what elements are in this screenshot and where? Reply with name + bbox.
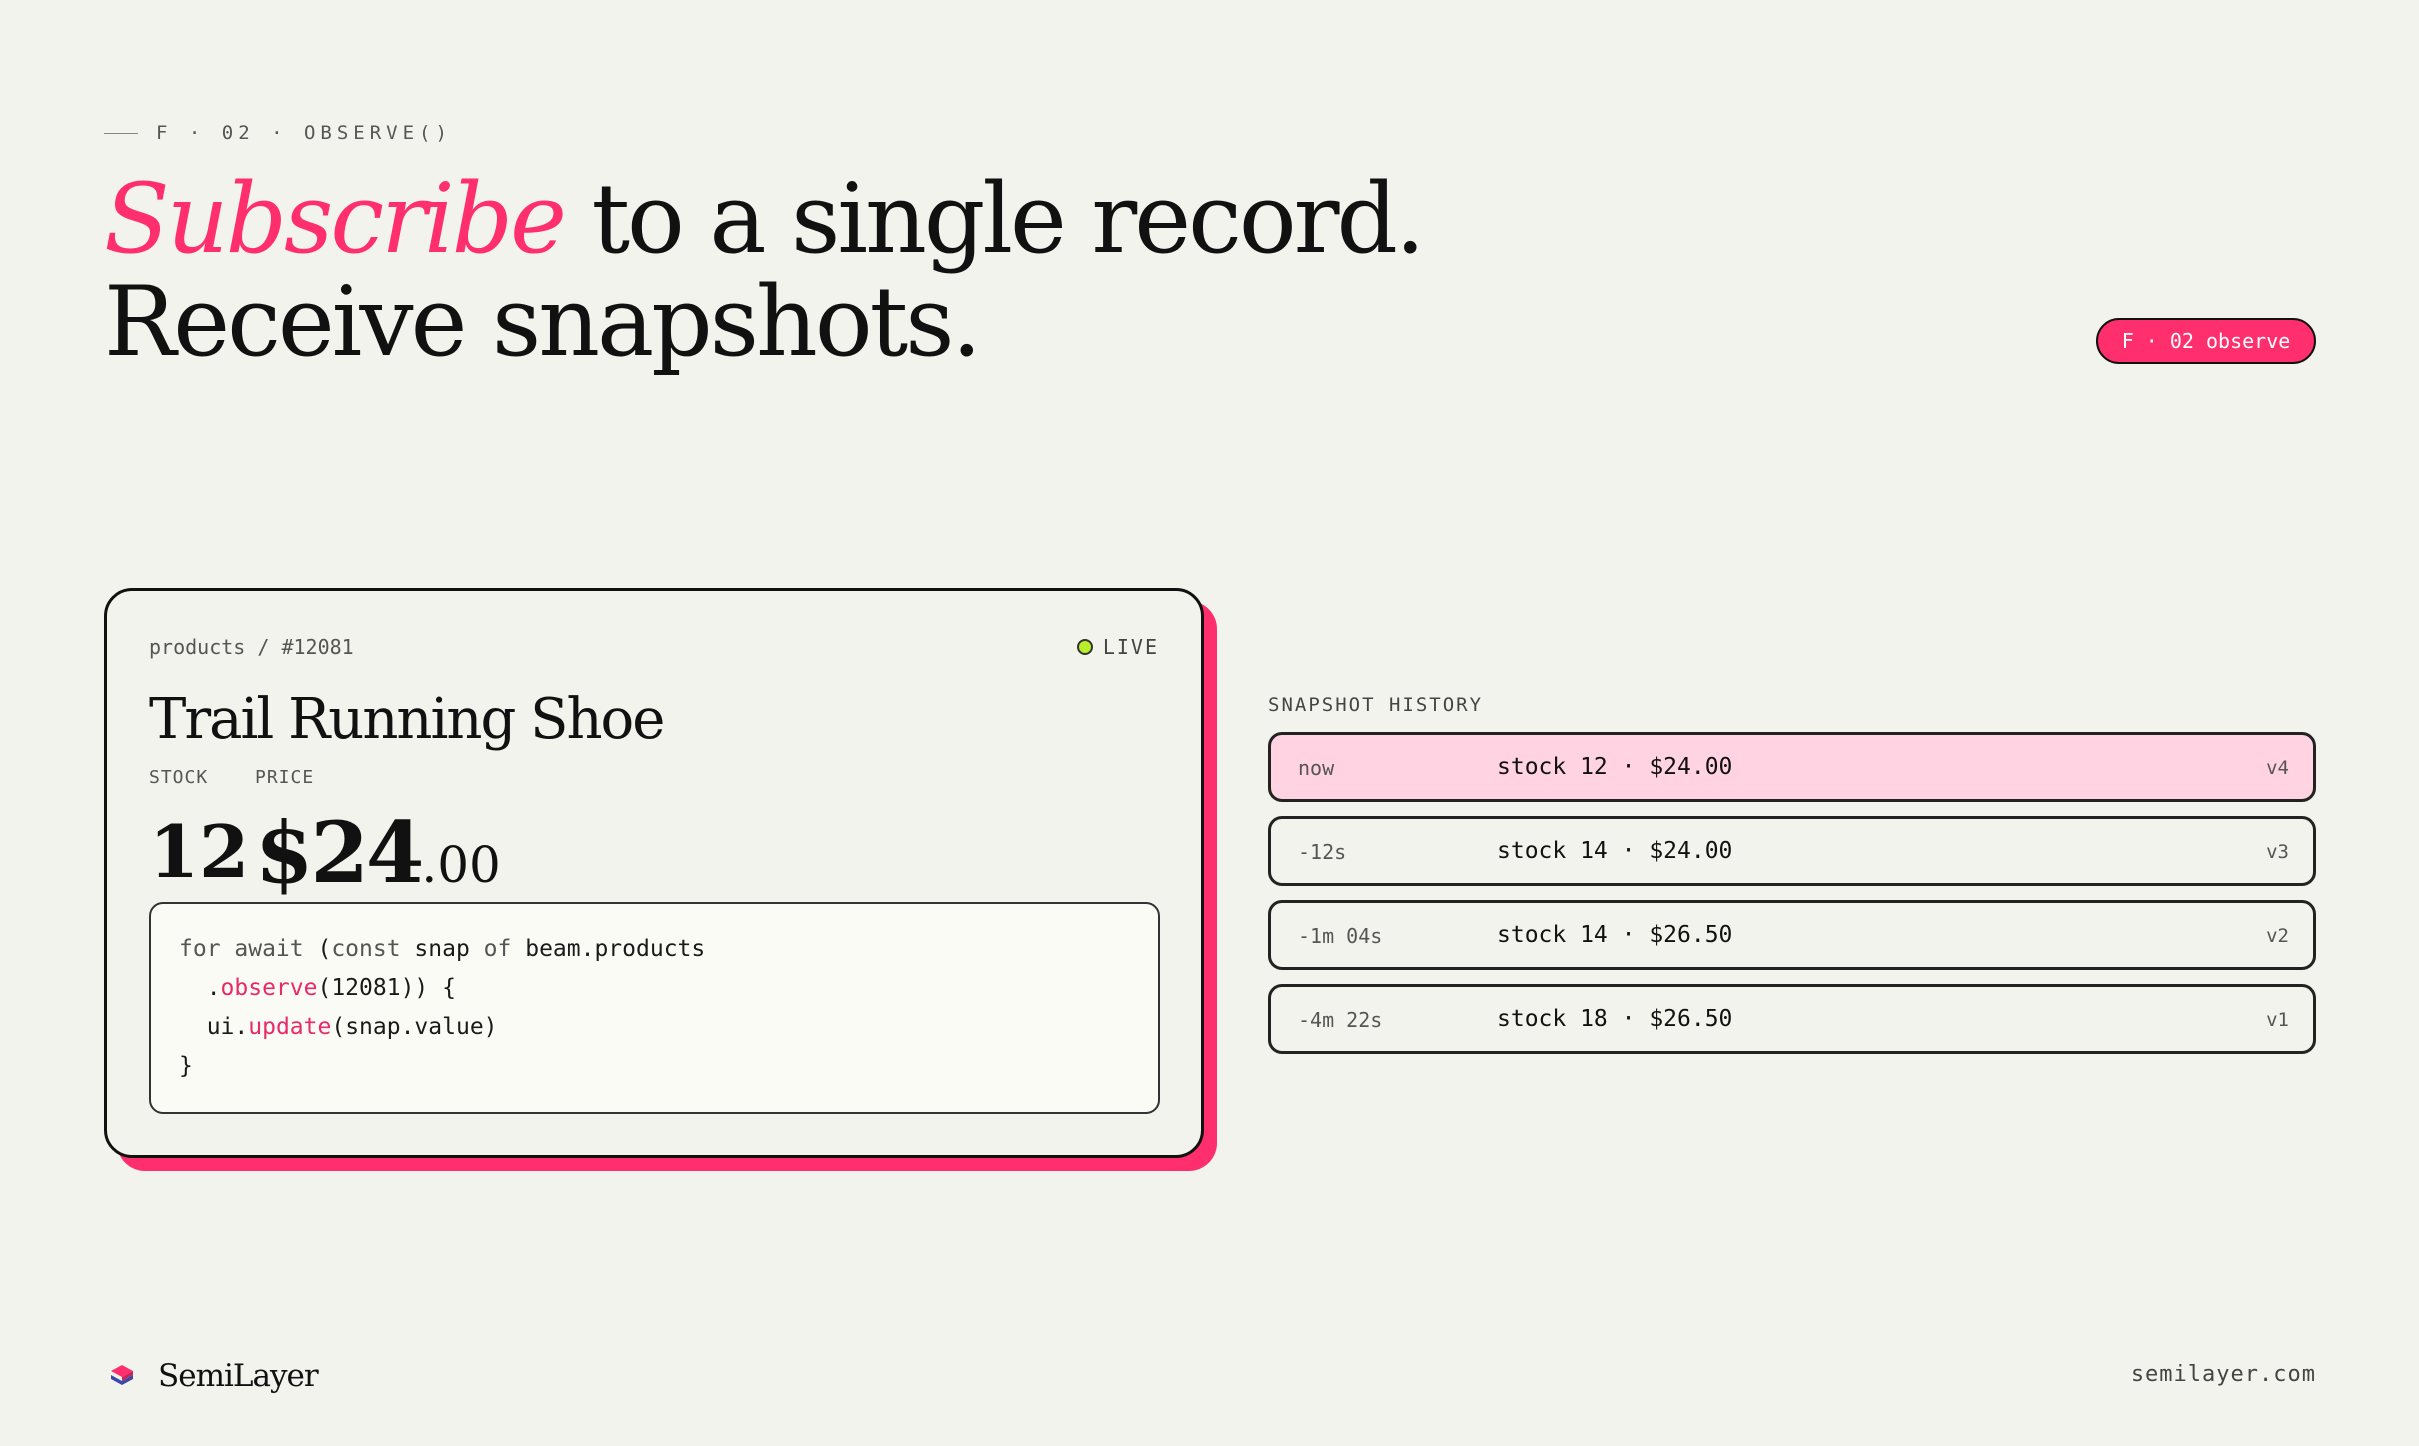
code-keyword: const: [331, 936, 401, 962]
snapshot-value: stock 12 · $24.00: [1497, 754, 1733, 780]
layers-logo-icon: [111, 1365, 133, 1385]
code-line-4: }: [179, 1053, 193, 1079]
stock-label: STOCK: [149, 767, 209, 788]
code-text: beam.products: [511, 936, 706, 962]
live-label: LIVE: [1102, 635, 1159, 659]
code-snippet: for await (const snap of beam.products .…: [149, 902, 1160, 1114]
code-function: observe: [220, 975, 318, 1001]
snapshot-value: stock 18 · $26.50: [1497, 1006, 1733, 1032]
headline-line-2: Receive snapshots.: [104, 266, 982, 378]
code-keyword: of: [483, 936, 512, 962]
code-line-1: for await (const snap of beam.products: [179, 930, 1130, 969]
snapshot-row-v1[interactable]: -4m 22s stock 18 · $26.50 v1: [1268, 984, 2316, 1054]
snapshot-row-v2[interactable]: -1m 04s stock 14 · $26.50 v2: [1268, 900, 2316, 970]
section-eyebrow: F · 02 · OBSERVE(): [104, 122, 452, 144]
code-keyword: for await: [179, 936, 304, 962]
code-text: (12081)) {: [317, 975, 456, 1001]
snapshot-version: v2: [2266, 925, 2289, 947]
snapshot-time: -1m 04s: [1298, 924, 1383, 948]
code-function: update: [248, 1014, 332, 1040]
snapshot-row-v3[interactable]: -12s stock 14 · $24.00 v3: [1268, 816, 2316, 886]
snapshot-version: v4: [2266, 757, 2289, 779]
status-dot-icon: [1076, 639, 1093, 655]
snapshot-value: stock 14 · $24.00: [1497, 838, 1733, 864]
code-text: snap: [400, 936, 484, 962]
snapshot-value: stock 14 · $26.50: [1497, 922, 1733, 948]
snapshot-time: now: [1298, 756, 1335, 780]
price-cents: .00: [421, 836, 501, 894]
price-label: PRICE: [255, 767, 315, 788]
code-text: (: [303, 936, 332, 962]
code-line-3: ui.update(snap.value): [179, 1008, 1130, 1047]
brand-name: SemiLayer: [158, 1358, 319, 1394]
price-integer: $24: [255, 803, 424, 902]
snapshot-history-label: SNAPSHOT HISTORY: [1268, 694, 1484, 716]
snapshot-time: -4m 22s: [1298, 1008, 1383, 1032]
headline-accent: Subscribe: [104, 163, 567, 275]
stock-value: 12: [149, 809, 250, 894]
headline-line-1: Subscribe to a single record.: [104, 168, 1425, 271]
code-text: .: [179, 975, 221, 1001]
code-text: ui.: [179, 1014, 249, 1040]
site-link[interactable]: semilayer.com: [2131, 1362, 2316, 1387]
feature-badge: F · 02 observe: [2096, 318, 2316, 364]
record-breadcrumb[interactable]: products / #12081: [149, 635, 354, 659]
live-indicator: LIVE: [1076, 635, 1159, 659]
brand-logo[interactable]: SemiLayer: [108, 1358, 319, 1394]
snapshot-time: -12s: [1298, 840, 1347, 864]
eyebrow-text: F · 02 · OBSERVE(): [156, 122, 452, 144]
record-title: Trail Running Shoe: [149, 687, 665, 752]
snapshot-version: v3: [2266, 841, 2289, 863]
headline-rest: to a single record.: [563, 163, 1425, 275]
page-headline: Subscribe to a single record. Receive sn…: [104, 168, 1425, 378]
price-value: $24.00: [255, 803, 501, 902]
code-text: (snap.value): [331, 1014, 498, 1040]
eyebrow-rule: [104, 132, 138, 134]
code-line-2: .observe(12081)) {: [179, 969, 1130, 1008]
snapshot-version: v1: [2266, 1009, 2289, 1031]
record-card: products / #12081 LIVE Trail Running Sho…: [104, 588, 1204, 1158]
snapshot-row-v4[interactable]: now stock 12 · $24.00 v4: [1268, 732, 2316, 802]
